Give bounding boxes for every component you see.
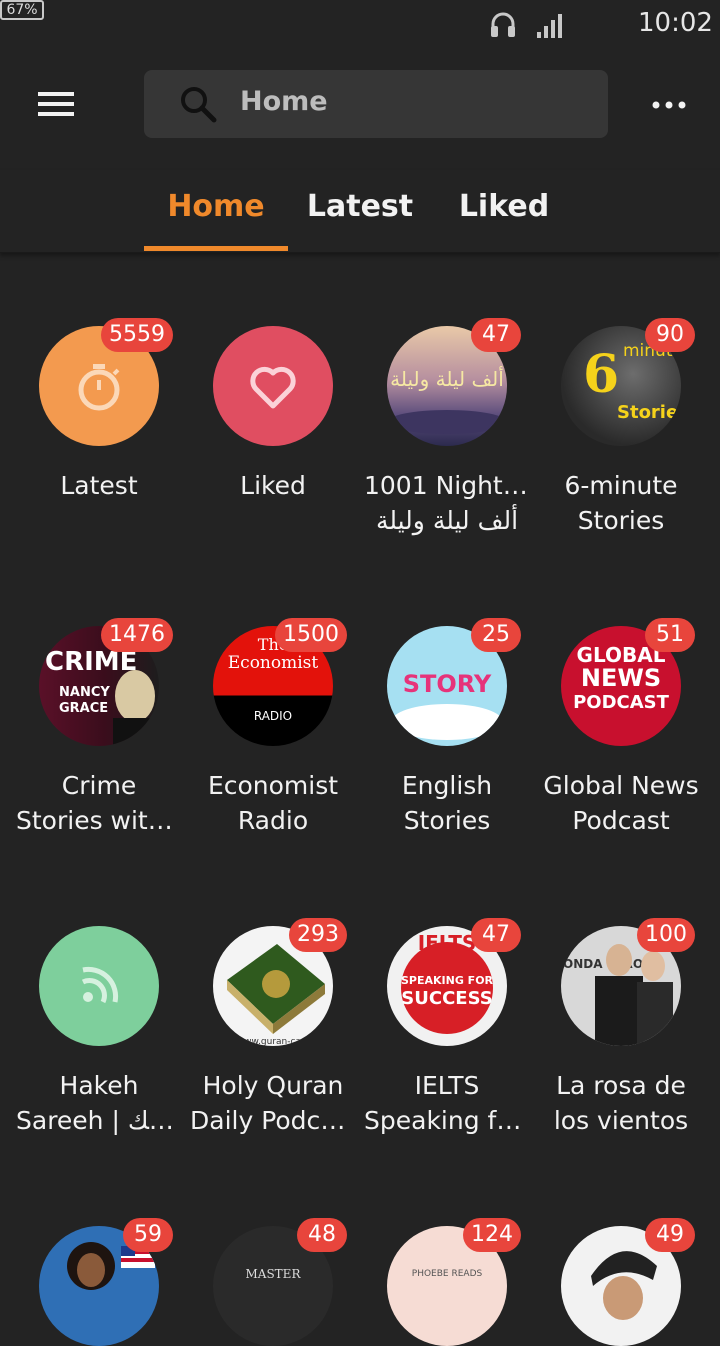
svg-text:STORY: STORY bbox=[403, 670, 492, 698]
toolbar: Home bbox=[0, 60, 720, 150]
podcast-item-holy-quran[interactable]: www.guran-cast 293 Holy Quran Daily Podca… bbox=[186, 918, 360, 1138]
podcast-title: Global News Podcast bbox=[543, 771, 699, 835]
episode-count-badge: 5559 bbox=[101, 318, 173, 352]
podcast-item-row4-2[interactable]: MASTER 48 bbox=[186, 1218, 360, 1346]
signal-icon bbox=[537, 14, 562, 38]
episode-count-badge: 48 bbox=[297, 1218, 347, 1252]
podcast-item-row4-1[interactable]: 59 bbox=[12, 1218, 186, 1346]
search-icon bbox=[181, 87, 217, 123]
search-bar[interactable]: Home bbox=[144, 70, 608, 138]
svg-text:www.guran-cast: www.guran-cast bbox=[237, 1037, 310, 1046]
svg-text:NANCY: NANCY bbox=[59, 685, 110, 700]
podcast-title: Liked bbox=[240, 471, 306, 500]
podcast-item-1001-nights[interactable]: ألف ليلة وليلة 47 1001 Nights | ألف ليلة … bbox=[360, 318, 534, 538]
svg-text:NEWS: NEWS bbox=[581, 664, 661, 692]
episode-count-badge: 59 bbox=[123, 1218, 173, 1252]
svg-text:SUCCESS: SUCCESS bbox=[401, 988, 492, 1009]
podcast-title: Holy Quran Daily Podcast bbox=[190, 1071, 356, 1135]
podcast-item-6-minute-stories[interactable]: 6 minute Stories 90 6-minuteStories bbox=[534, 318, 708, 538]
svg-text:PHOEBE READS: PHOEBE READS bbox=[412, 1269, 483, 1279]
podcast-item-la-rosa-de-los-vientos[interactable]: ONDA CERO 100 La rosa de los vientos bbox=[534, 918, 708, 1138]
podcast-item-row4-3[interactable]: PHOEBE READS 124 bbox=[360, 1218, 534, 1346]
search-query: Home bbox=[240, 86, 328, 117]
rss-icon bbox=[81, 966, 119, 1004]
podcast-item-ielts-speaking[interactable]: IELTS SPEAKING FOR SUCCESS 47 IELTS Speak… bbox=[360, 918, 534, 1138]
podcast-title: Economist Radio bbox=[207, 771, 339, 835]
headset-icon bbox=[491, 12, 515, 37]
episode-count-badge: 1476 bbox=[101, 618, 173, 652]
podcast-title: IELTS Speaking fo… bbox=[364, 1071, 530, 1135]
episode-count-badge: 49 bbox=[645, 1218, 695, 1252]
episode-count-badge: 293 bbox=[289, 918, 347, 952]
podcast-item-global-news[interactable]: GLOBAL NEWS PODCAST 51 Global News Podcas… bbox=[534, 618, 708, 838]
status-bar: 67% 10:02 bbox=[0, 0, 720, 50]
episode-count-badge: 47 bbox=[471, 918, 521, 952]
podcast-title: Crime Stories with… bbox=[16, 771, 182, 835]
heart-icon bbox=[250, 366, 296, 409]
svg-text:Economist: Economist bbox=[228, 653, 319, 673]
podcast-item-hakeh-sareeh[interactable]: HakehSareeh | حك… bbox=[12, 926, 186, 1138]
podcast-title: English Stories bbox=[401, 771, 493, 835]
episode-count-badge: 51 bbox=[645, 618, 695, 652]
svg-text:PODCAST: PODCAST bbox=[573, 692, 670, 713]
tab-home[interactable]: Home bbox=[144, 170, 288, 252]
podcast-item-english-stories[interactable]: STORY 25 English Stories bbox=[360, 618, 534, 838]
svg-text:IELTS: IELTS bbox=[418, 931, 477, 955]
podcast-title: HakehSareeh | حك… bbox=[16, 1071, 182, 1135]
tab-bar: Home Latest Liked bbox=[0, 170, 720, 253]
podcast-item-crime-stories[interactable]: CRIME NANCY GRACE 1476 Crime Stories with… bbox=[12, 618, 186, 838]
episode-count-badge: 90 bbox=[645, 318, 695, 352]
svg-text:GRACE: GRACE bbox=[59, 701, 108, 716]
podcast-item-latest[interactable]: 5559 Latest bbox=[12, 318, 186, 503]
more-options-icon[interactable] bbox=[648, 90, 690, 120]
episode-count-badge: 100 bbox=[637, 918, 695, 952]
episode-count-badge: 1500 bbox=[275, 618, 347, 652]
tab-liked[interactable]: Liked bbox=[432, 170, 576, 252]
podcast-title: 6-minute Stories bbox=[564, 471, 678, 535]
episode-count-badge: 25 bbox=[471, 618, 521, 652]
podcast-title: La rosa de los vientos bbox=[553, 1071, 689, 1135]
episode-count-badge: 124 bbox=[463, 1218, 521, 1252]
clock: 10:02 bbox=[638, 8, 713, 38]
svg-text:Stories: Stories bbox=[617, 402, 681, 423]
podcast-title: Latest bbox=[60, 471, 138, 500]
svg-text:RADIO: RADIO bbox=[254, 709, 292, 723]
podcast-item-row4-4[interactable]: 49 bbox=[534, 1218, 708, 1346]
svg-text:ألف ليلة وليلة: ألف ليلة وليلة bbox=[390, 366, 504, 391]
episode-count-badge: 47 bbox=[471, 318, 521, 352]
tab-latest[interactable]: Latest bbox=[288, 170, 432, 252]
svg-text:6: 6 bbox=[583, 344, 619, 405]
hamburger-menu-icon[interactable] bbox=[36, 88, 76, 120]
podcast-item-liked[interactable]: Liked bbox=[186, 326, 360, 503]
svg-text:SPEAKING FOR: SPEAKING FOR bbox=[401, 974, 494, 987]
podcast-item-economist-radio[interactable]: The Economist RADIO 1500 Economist Radio bbox=[186, 618, 360, 838]
tab-active-indicator bbox=[144, 246, 288, 251]
svg-text:MASTER: MASTER bbox=[246, 1267, 302, 1281]
podcast-title: 1001 Nights | ألف ليلة وليلة bbox=[364, 471, 530, 535]
battery-indicator: 67% bbox=[0, 0, 44, 20]
